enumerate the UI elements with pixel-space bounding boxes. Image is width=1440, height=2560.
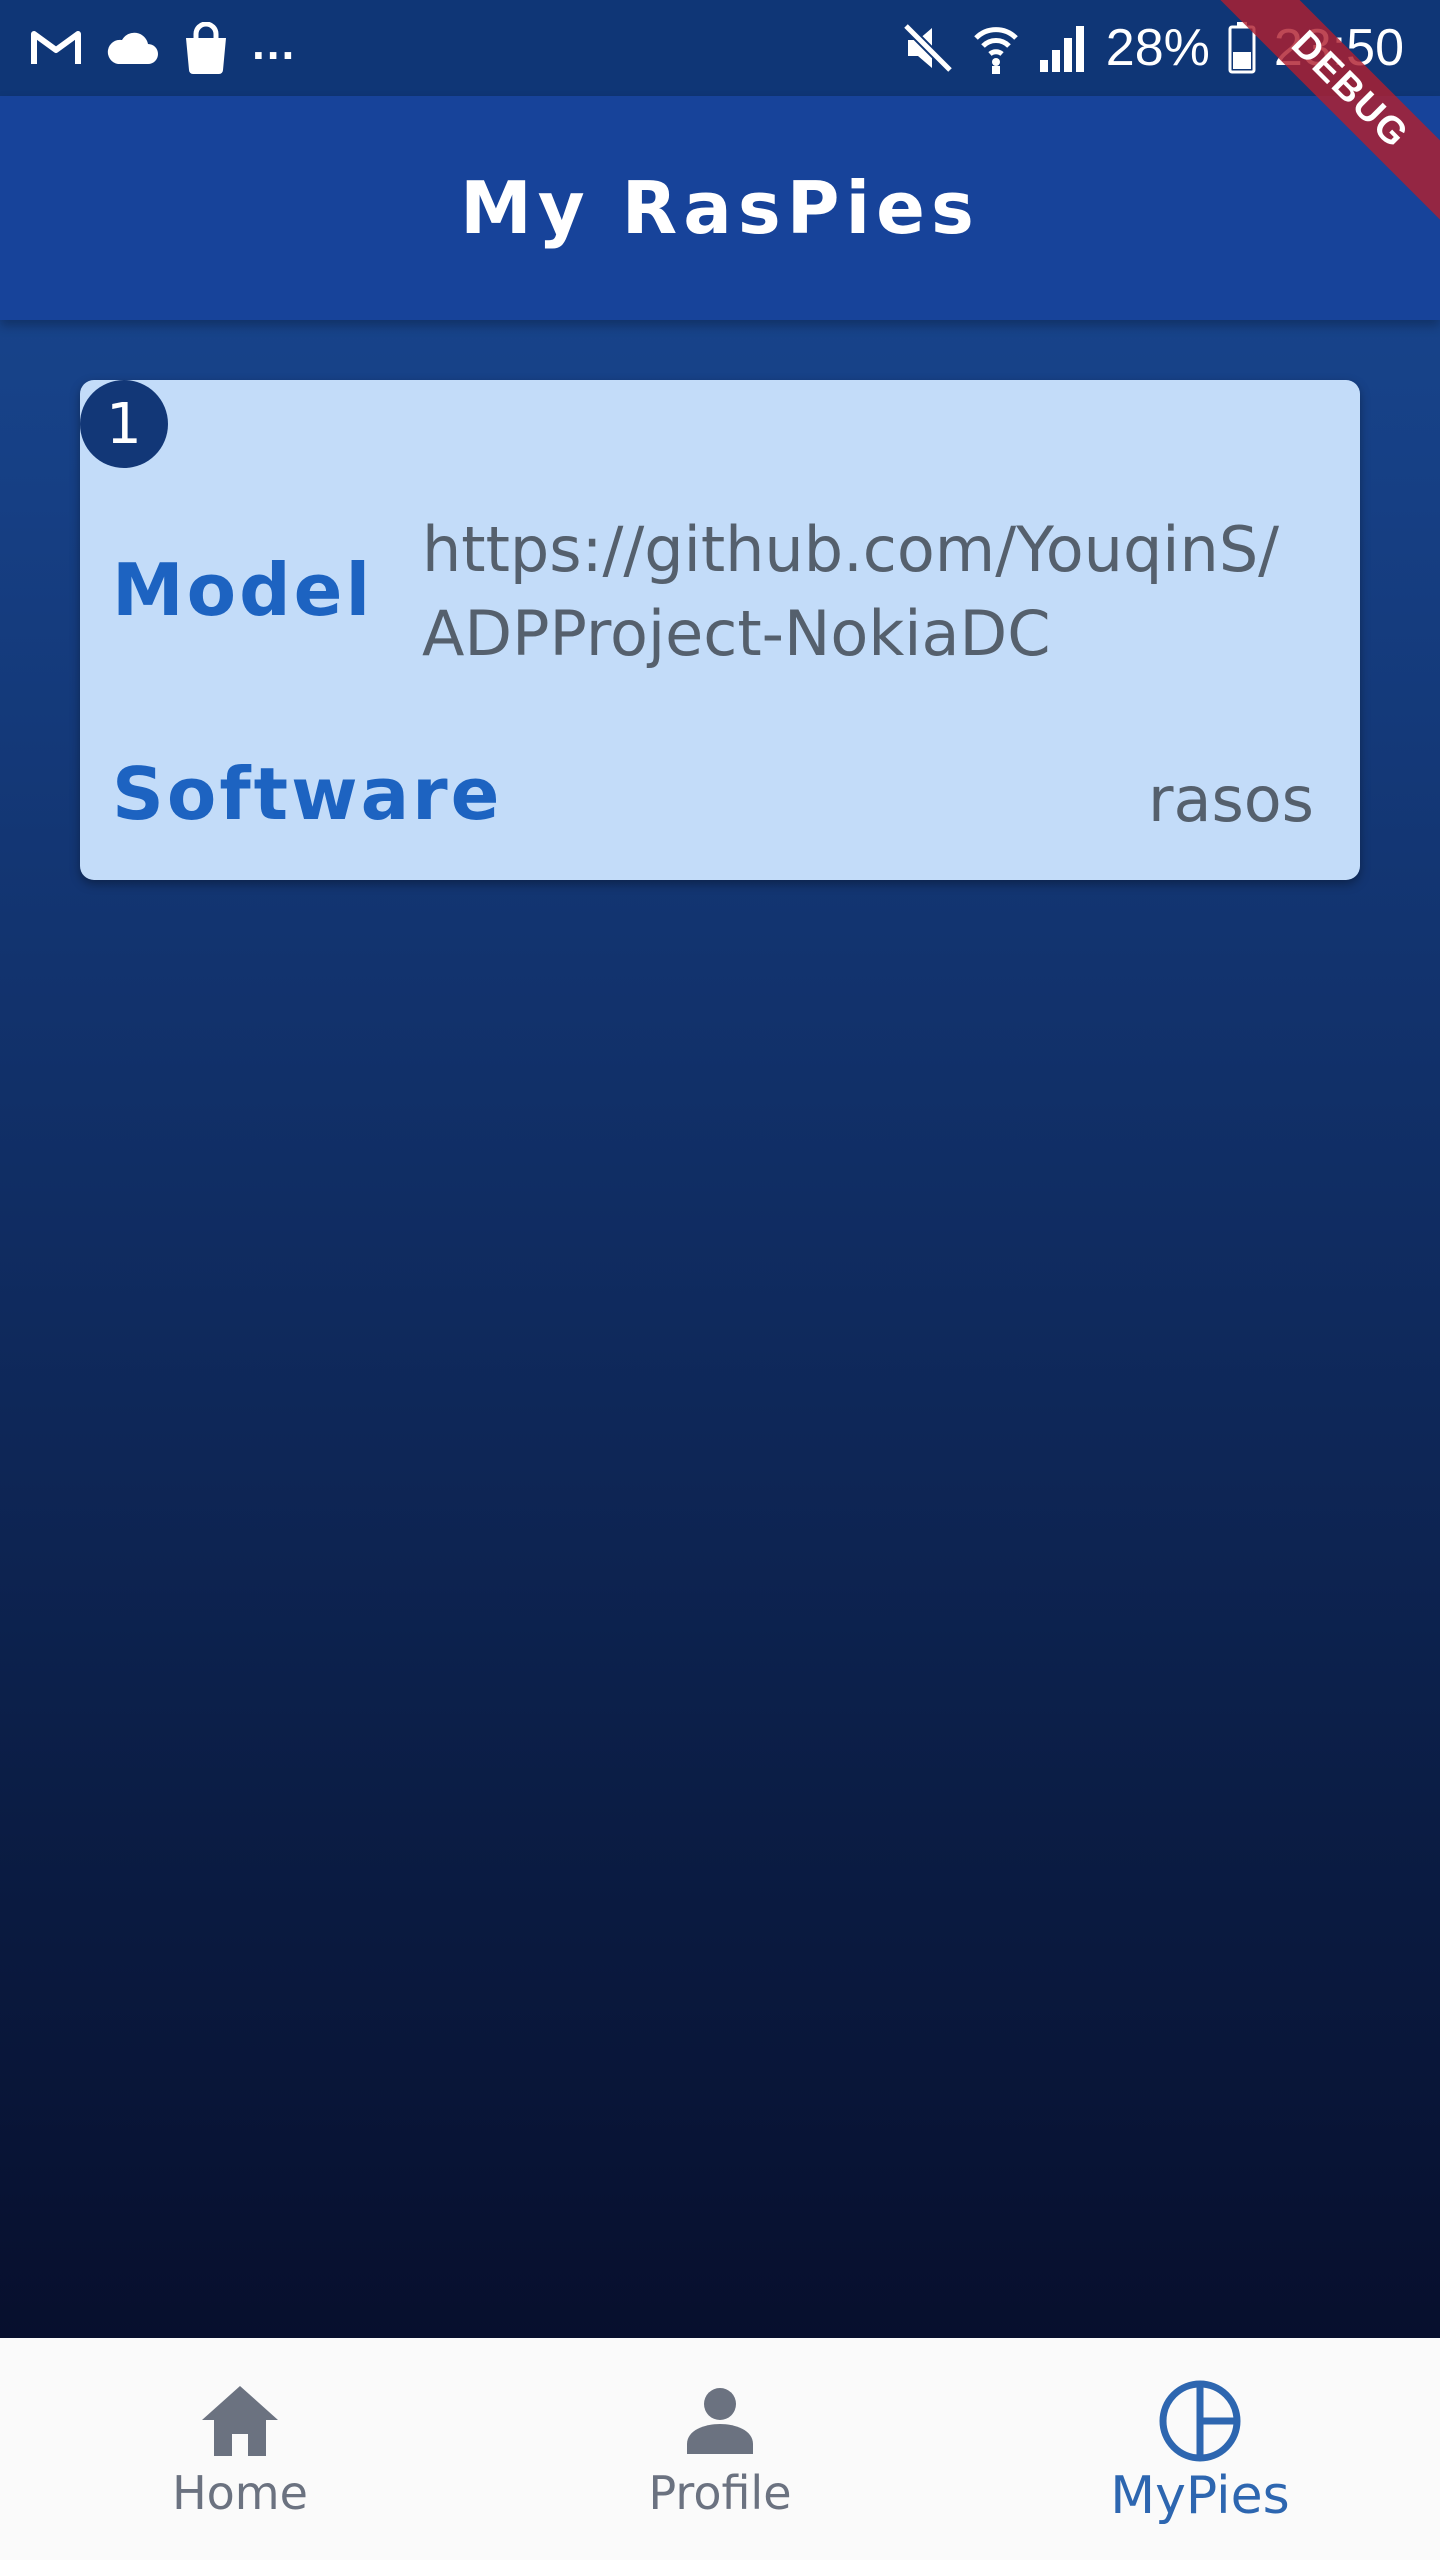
software-value: rasos <box>1147 763 1314 836</box>
nav-home-label: Home <box>172 2466 308 2520</box>
software-label: Software <box>112 752 503 836</box>
pie-chart-icon <box>1155 2376 1245 2466</box>
status-bar-system: 28% 23:50 <box>902 16 1404 80</box>
app-bar: My RasPies <box>0 96 1440 320</box>
battery-icon <box>1228 22 1256 74</box>
nav-profile[interactable]: Profile <box>480 2338 960 2560</box>
model-value: https://github.com/YouqinS/ADPProject-No… <box>422 513 1280 670</box>
signal-icon <box>1038 24 1088 72</box>
battery-percentage: 28% <box>1105 19 1210 77</box>
gmail-icon <box>30 28 82 68</box>
page-title: My RasPies <box>460 166 980 250</box>
wifi-icon <box>972 22 1020 74</box>
nav-profile-label: Profile <box>648 2466 792 2520</box>
clock: 23:50 <box>1273 19 1404 77</box>
person-icon <box>675 2376 765 2466</box>
home-icon <box>195 2376 285 2466</box>
shopping-bag-icon <box>182 22 230 74</box>
mute-icon <box>902 22 954 74</box>
card-index-badge: 1 <box>80 380 168 468</box>
model-label: Model <box>112 548 374 632</box>
raspi-card[interactable]: 1 Model https://github.com/YouqinS/ADPPr… <box>80 380 1360 880</box>
cloud-icon <box>104 30 160 66</box>
status-bar: ... 28% 23:50 <box>0 0 1440 96</box>
more-notifications-indicator: ... <box>252 17 297 69</box>
nav-home[interactable]: Home <box>0 2338 480 2560</box>
status-bar-notifications: ... <box>30 16 296 80</box>
nav-mypies[interactable]: MyPies <box>960 2338 1440 2560</box>
bottom-navigation: Home Profile MyPies <box>0 2338 1440 2560</box>
nav-mypies-label: MyPies <box>1110 2466 1290 2526</box>
